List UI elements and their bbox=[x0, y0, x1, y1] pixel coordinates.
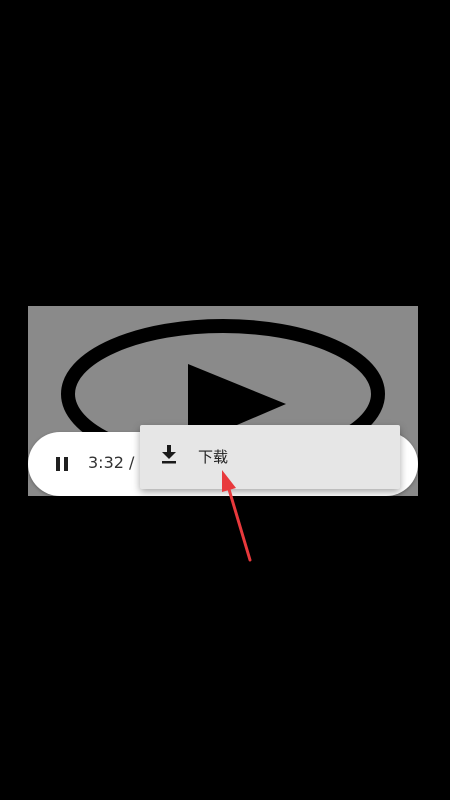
pause-icon bbox=[56, 457, 60, 471]
pause-icon-bar bbox=[64, 457, 68, 471]
overflow-menu: 下载 bbox=[140, 425, 400, 489]
menu-item-label: 下载 bbox=[198, 448, 229, 466]
download-icon bbox=[162, 445, 176, 464]
pause-button[interactable] bbox=[48, 450, 76, 478]
current-time: 3:32 / bbox=[88, 453, 135, 472]
menu-item-download[interactable]: 下载 bbox=[140, 425, 400, 489]
screen: 3:32 / 下载 bbox=[0, 0, 450, 800]
